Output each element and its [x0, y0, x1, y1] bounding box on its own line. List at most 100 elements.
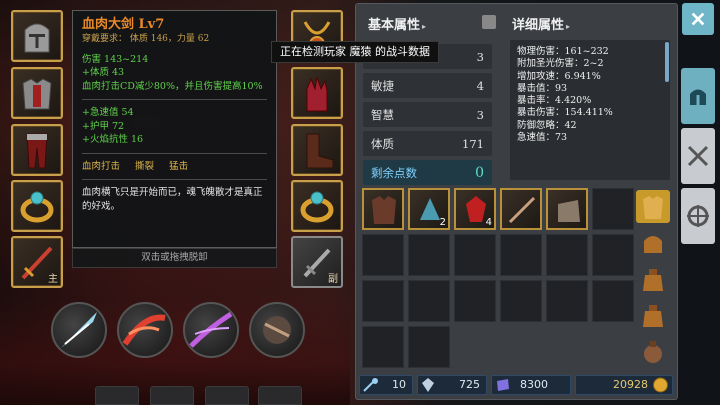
- stat-value: 3: [476, 107, 484, 122]
- item-stat-special: 血肉打击CD减少80%，并且伤害提高10%: [82, 80, 263, 92]
- caret-icon: ▸: [566, 21, 571, 31]
- inventory-slot-empty[interactable]: [408, 234, 450, 276]
- boots-icon: [306, 133, 334, 169]
- basic-attributes-title[interactable]: 基本属性 ▸: [368, 14, 426, 33]
- item-skills: 血肉打击 撕裂 猛击: [82, 160, 267, 174]
- equip-slot-chest[interactable]: [11, 67, 63, 119]
- filter-pouch[interactable]: [636, 298, 670, 331]
- leg-armor-icon: [26, 133, 48, 169]
- tab-weapons[interactable]: [681, 128, 715, 184]
- detail-line: 附加圣光伤害：2~2: [517, 58, 604, 70]
- detail-line: 急速值：73: [517, 132, 568, 144]
- inventory-slot-ruby[interactable]: 4: [454, 188, 496, 230]
- inventory-slot-empty[interactable]: [362, 326, 404, 368]
- equip-slot-gloves[interactable]: [291, 67, 343, 119]
- bottom-tab-2[interactable]: [150, 386, 194, 405]
- detail-stats-box[interactable]: 物理伤害：161~232 附加圣光伤害：2~2 增加攻速：6.941% 暴击值：…: [510, 40, 670, 180]
- inventory-slot-empty[interactable]: [546, 234, 588, 276]
- bag-filter-icon: [643, 268, 663, 291]
- detail-line: 物理伤害：161~232: [517, 46, 609, 57]
- skill-orb-4[interactable]: [249, 302, 305, 358]
- chest-armor-icon: [22, 78, 52, 110]
- equip-slot-legs[interactable]: [11, 124, 63, 176]
- inventory-slot-ring[interactable]: 2: [408, 188, 450, 230]
- inventory-slot-empty[interactable]: [362, 234, 404, 276]
- target-icon: [687, 205, 709, 227]
- item-requirement: 穿戴要求： 体质 146，力量 62: [82, 34, 210, 44]
- detail-line: 增加攻速：6.941%: [517, 70, 601, 82]
- detail-line: 暴击值：93: [517, 82, 568, 94]
- item-name: 血肉大剑 Lv7: [82, 17, 165, 32]
- bottom-tab-1[interactable]: [95, 386, 139, 405]
- currency-crystals: 725: [417, 375, 487, 395]
- inventory-slot-empty[interactable]: [362, 280, 404, 322]
- gems-value: 8300: [520, 378, 548, 391]
- inventory-slot-sword[interactable]: [500, 188, 542, 230]
- gold-value: 20928: [613, 378, 648, 391]
- inventory-slot-empty[interactable]: [546, 280, 588, 322]
- smash-skill-icon: [263, 316, 291, 344]
- inventory-slot-gauntlet[interactable]: [546, 188, 588, 230]
- filter-helmet[interactable]: [636, 226, 670, 259]
- crystal-icon: [422, 378, 434, 392]
- close-icon: [691, 12, 705, 26]
- ring-icon: [20, 191, 54, 223]
- inventory-slot-empty[interactable]: [592, 188, 634, 230]
- pouch-filter-icon: [643, 304, 663, 327]
- inventory-slot-empty[interactable]: [454, 234, 496, 276]
- blood-strike-skill-icon: [122, 314, 166, 346]
- item-skill: 猛击: [169, 160, 189, 172]
- equip-slot-off-hand[interactable]: 副: [291, 236, 343, 288]
- basic-attributes-label: 基本属性: [368, 18, 421, 33]
- inventory-slot-armor[interactable]: [362, 188, 404, 230]
- close-button[interactable]: [682, 3, 714, 35]
- remaining-points-label: 剩余点数: [371, 165, 417, 180]
- bottom-tab-4[interactable]: [258, 386, 302, 405]
- filter-armor[interactable]: [636, 190, 670, 223]
- item-skill: 撕裂: [135, 160, 155, 172]
- inventory-slot-empty[interactable]: [592, 234, 634, 276]
- bottom-tab-3[interactable]: [205, 386, 249, 405]
- inventory-slot-empty[interactable]: [408, 326, 450, 368]
- detail-scrollbar[interactable]: [665, 42, 669, 82]
- equip-slot-main-hand[interactable]: 主: [11, 236, 63, 288]
- currency-keys: 10: [359, 375, 413, 395]
- filter-bag[interactable]: [636, 262, 670, 295]
- equip-slot-ring[interactable]: [11, 180, 63, 232]
- off-hand-tag: 副: [328, 274, 338, 285]
- gem-icon: [497, 379, 509, 391]
- skill-orb-3[interactable]: [183, 302, 239, 358]
- item-stat-haste: +急速值 54: [82, 107, 134, 118]
- filter-misc[interactable]: [636, 334, 670, 367]
- inventory-slot-empty[interactable]: [592, 280, 634, 322]
- reset-icon[interactable]: [482, 15, 496, 29]
- inventory-slot-empty[interactable]: [500, 234, 542, 276]
- crystals-value: 725: [459, 378, 480, 391]
- main-hand-tag: 主: [48, 274, 58, 285]
- slash-skill-icon: [61, 312, 97, 348]
- stat-label: 体质: [371, 136, 394, 151]
- stat-row-wisdom: 智慧 3: [363, 102, 492, 127]
- tab-character[interactable]: [681, 68, 715, 124]
- tab-skills[interactable]: [681, 188, 715, 244]
- equip-slot-ring-2[interactable]: [291, 180, 343, 232]
- rend-skill-icon: [189, 311, 233, 348]
- inventory-slot-empty[interactable]: [408, 280, 450, 322]
- skill-orb-2[interactable]: [117, 302, 173, 358]
- caret-icon: ▸: [422, 21, 427, 31]
- equip-slot-boots[interactable]: [291, 124, 343, 176]
- inventory-grid: 2 4: [362, 188, 634, 369]
- unequip-hint: 双击或拖拽脱卸: [72, 248, 277, 268]
- item-damage: 伤害 143~214: [82, 53, 149, 65]
- detail-line: 暴击率：4.420%: [517, 95, 592, 107]
- tooltip-divider: [82, 99, 267, 100]
- skill-orb-1[interactable]: [51, 302, 107, 358]
- detailed-attributes-title[interactable]: 详细属性 ▸: [512, 14, 570, 33]
- inventory-slot-empty[interactable]: [454, 280, 496, 322]
- stat-row-constitution: 体质 171: [363, 131, 492, 156]
- item-flavor-text: 血肉横飞只是开始而已，魂飞魄散才是真正的好戏。: [82, 187, 263, 212]
- equip-slot-helmet[interactable]: [11, 10, 63, 62]
- remaining-points-value: 0: [475, 164, 484, 181]
- inventory-slot-empty[interactable]: [500, 280, 542, 322]
- item-stat-constitution: +体质 43: [82, 67, 125, 78]
